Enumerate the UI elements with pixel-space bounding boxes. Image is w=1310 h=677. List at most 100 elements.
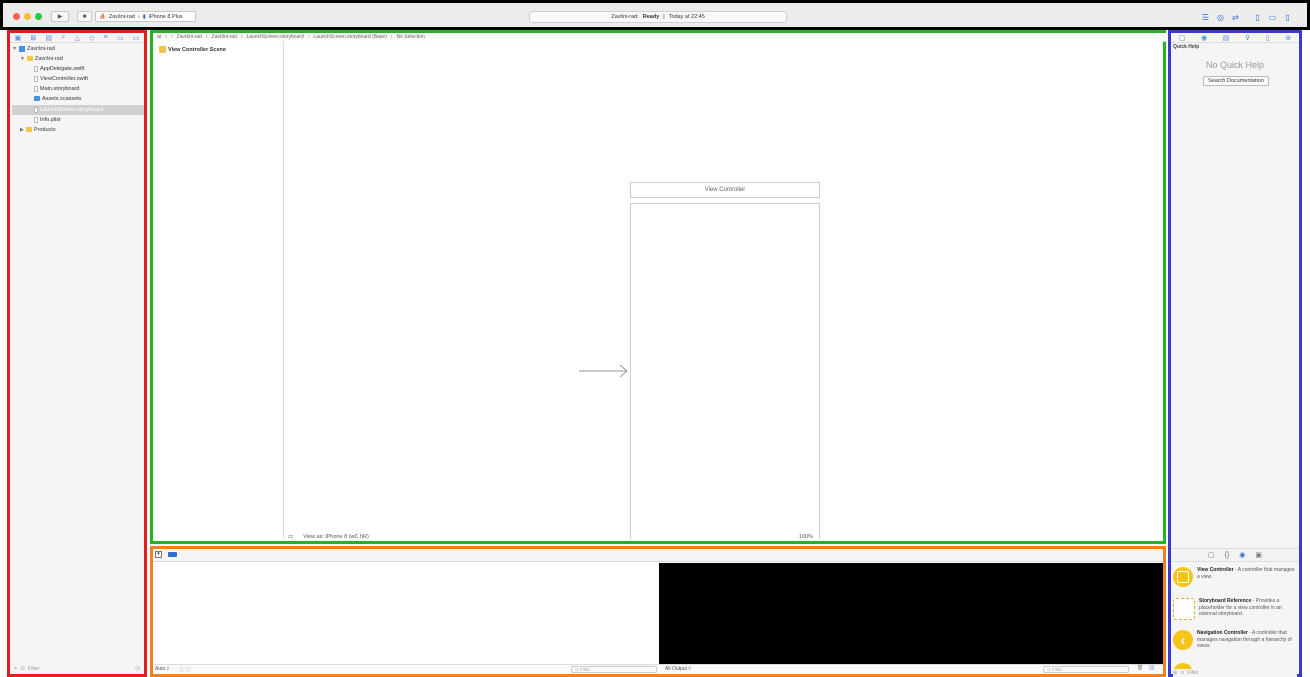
disclosure-icon[interactable]: ▼	[12, 46, 17, 52]
back-icon[interactable]: ‹	[165, 34, 167, 40]
debug-navigator-icon[interactable]: ≡	[104, 34, 108, 41]
breakpoints-toggle-icon[interactable]	[168, 552, 177, 557]
library-item-storyboard-reference[interactable]: Storyboard Reference - Provides a placeh…	[1173, 598, 1297, 620]
library-filter: ⊞ ⊙ Filter	[1173, 669, 1297, 677]
auto-variables-selector[interactable]: Auto ◊	[155, 666, 169, 672]
output-selector[interactable]: All Output ◊	[665, 666, 691, 672]
breadcrumb-base[interactable]: LaunchScreen.storyboard (Base)	[313, 34, 386, 40]
version-editor-icon[interactable]: ⇄	[1230, 12, 1241, 22]
project-icon	[18, 45, 25, 52]
disclosure-icon[interactable]: ▼	[20, 56, 25, 62]
navigation-controller-icon: ‹	[1173, 630, 1193, 650]
attributes-inspector-icon[interactable]: ⊽	[1245, 34, 1250, 42]
library-filter-input[interactable]: Filter	[1187, 670, 1198, 676]
device-config-button[interactable]: View as: iPhone 8 (wC hR)	[303, 534, 369, 540]
library-item-view-controller[interactable]: View Controller - A controller that mana…	[1173, 567, 1297, 587]
quick-help-icon[interactable]: ◉	[1201, 34, 1207, 42]
breadcrumb-file[interactable]: LaunchScreen.storyboard	[246, 34, 303, 40]
storyboard-file-icon	[34, 85, 38, 92]
connections-inspector-icon[interactable]: ⊛	[1285, 34, 1291, 42]
trash-icon[interactable]: 🗑	[1137, 665, 1143, 671]
console-output[interactable]	[659, 563, 1163, 669]
file-template-icon[interactable]: ▢	[1208, 551, 1215, 559]
console-filter-input[interactable]: ⊙ Filter	[1043, 666, 1129, 673]
search-documentation-button[interactable]: Search Documentation	[1203, 76, 1269, 86]
find-navigator-icon[interactable]: ⌕	[61, 34, 65, 42]
project-navigator: ▣ ⊠ ▤ ⌕ △ ◇ ≡ ▭ ▭ ▼ Završni-rad ▼ Završn…	[7, 30, 147, 677]
tree-item-file[interactable]: Assets.xcassets	[34, 94, 81, 103]
toggle-navigator-icon[interactable]: ▯	[1252, 12, 1263, 22]
source-control-icon[interactable]: ⊠	[30, 34, 36, 42]
variables-filter-input[interactable]: ⊙ Filter	[571, 666, 657, 673]
stop-button[interactable]: ■	[77, 11, 92, 22]
tree-item-group[interactable]: ▶ Products	[20, 125, 56, 134]
run-button[interactable]: ▶	[51, 11, 69, 22]
view-controller-scene[interactable]	[630, 203, 820, 539]
asset-catalog-icon	[34, 96, 40, 101]
object-library-icon[interactable]: ◉	[1239, 551, 1245, 559]
project-navigator-icon[interactable]: ▣	[15, 34, 22, 42]
breadcrumb-separator-icon: ›	[307, 34, 310, 40]
breadcrumb-project[interactable]: Završni-rad	[177, 34, 202, 40]
code-snippet-icon[interactable]: {}	[1225, 552, 1230, 559]
activity-viewer: Zavšni-rad: Ready | Today at 22:45	[529, 11, 787, 23]
no-quick-help-label: No Quick Help	[1205, 60, 1265, 70]
storyboard-canvas[interactable]: View Controller	[284, 41, 1163, 539]
filter-input[interactable]: Filter	[28, 666, 40, 672]
library-item-name: Storyboard Reference	[1199, 598, 1252, 604]
tree-item-file[interactable]: Main.storyboard	[34, 84, 79, 93]
editor-bottom-bar: ▭ View as: iPhone 8 (wC hR) 100%	[284, 533, 1167, 541]
report-navigator-icon[interactable]: ▭	[133, 34, 140, 42]
tree-item-file[interactable]: Info.plist	[34, 115, 60, 124]
hide-debug-icon[interactable]: ▾	[155, 551, 162, 558]
add-icon[interactable]: +	[14, 666, 17, 672]
tree-item-project[interactable]: ▼ Završni-rad	[12, 44, 55, 53]
tree-item-label: Assets.xcassets	[42, 95, 82, 102]
media-library-icon[interactable]: ▣	[1255, 551, 1262, 559]
debug-bottom-bar: Auto ◊ ⓘ ⓘ ⊙ Filter All Output ◊ ⊙ Filte…	[153, 664, 1163, 674]
filter-placeholder: Filter	[580, 667, 591, 672]
minimize-window-button[interactable]	[24, 13, 31, 20]
breakpoint-navigator-icon[interactable]: ▭	[117, 34, 124, 42]
toggle-inspector-icon[interactable]: ▯	[1282, 12, 1293, 22]
folder-icon	[26, 56, 33, 61]
library-item-text: Storyboard Reference - Provides a placeh…	[1199, 598, 1297, 618]
size-inspector-icon[interactable]: ▯	[1266, 34, 1270, 42]
zoom-window-button[interactable]	[35, 13, 42, 20]
assistant-editor-icon[interactable]: ◎	[1215, 12, 1226, 22]
forward-icon[interactable]: ›	[171, 34, 173, 40]
close-window-button[interactable]	[13, 13, 20, 20]
issue-navigator-icon[interactable]: △	[74, 34, 79, 42]
scheme-device: iPhone 8 Plus	[148, 13, 183, 20]
separator-icon: ›	[137, 13, 140, 20]
entry-point-arrow-icon[interactable]	[579, 365, 631, 377]
info-icon[interactable]: ⓘ ⓘ	[179, 666, 190, 673]
symbol-navigator-icon[interactable]: ▤	[46, 34, 53, 42]
view-controller-title[interactable]: View Controller	[630, 182, 820, 198]
document-outline: View Controller Scene	[153, 41, 284, 539]
toggle-debug-area-icon[interactable]: ▭	[1267, 12, 1278, 22]
tree-item-group[interactable]: ▼ Završni-rad	[20, 54, 63, 63]
grid-view-icon[interactable]: ⊞	[1173, 670, 1177, 676]
tree-item-file-selected[interactable]: LaunchScreen.storyboard	[34, 105, 103, 114]
test-navigator-icon[interactable]: ◇	[89, 34, 94, 42]
breadcrumb-group[interactable]: Završni-rad	[212, 34, 237, 40]
split-view-icon[interactable]: ▯▯	[1149, 665, 1155, 671]
library-item-navigation-controller[interactable]: ‹ Navigation Controller - A controller t…	[1173, 630, 1297, 650]
library-tabs: ▢ {} ◉ ▣	[1171, 548, 1299, 562]
tree-item-file[interactable]: ViewController.swift	[34, 74, 88, 83]
filter-icon: ⊙	[20, 666, 25, 672]
outline-toggle-icon[interactable]: ▭	[288, 534, 293, 540]
scheme-selector[interactable]: ⛵ Zavšni-rad › ▮ iPhone 8 Plus	[95, 11, 196, 22]
outline-scene-row[interactable]: View Controller Scene	[159, 45, 226, 54]
file-inspector-icon[interactable]: ▢	[1179, 34, 1186, 42]
standard-editor-icon[interactable]: ☰	[1200, 12, 1211, 22]
tree-item-file[interactable]: AppDelegate.swift	[34, 64, 84, 73]
zoom-level[interactable]: 100%	[799, 534, 813, 540]
recent-files-icon[interactable]: ◷	[135, 666, 140, 672]
breadcrumb-selection[interactable]: No Selection	[396, 34, 424, 40]
related-items-icon[interactable]: ⊞	[157, 34, 161, 40]
identity-inspector-icon[interactable]: ▤	[1223, 34, 1230, 42]
scheme-target: Zavšni-rad	[108, 13, 135, 20]
disclosure-icon[interactable]: ▶	[20, 127, 24, 133]
